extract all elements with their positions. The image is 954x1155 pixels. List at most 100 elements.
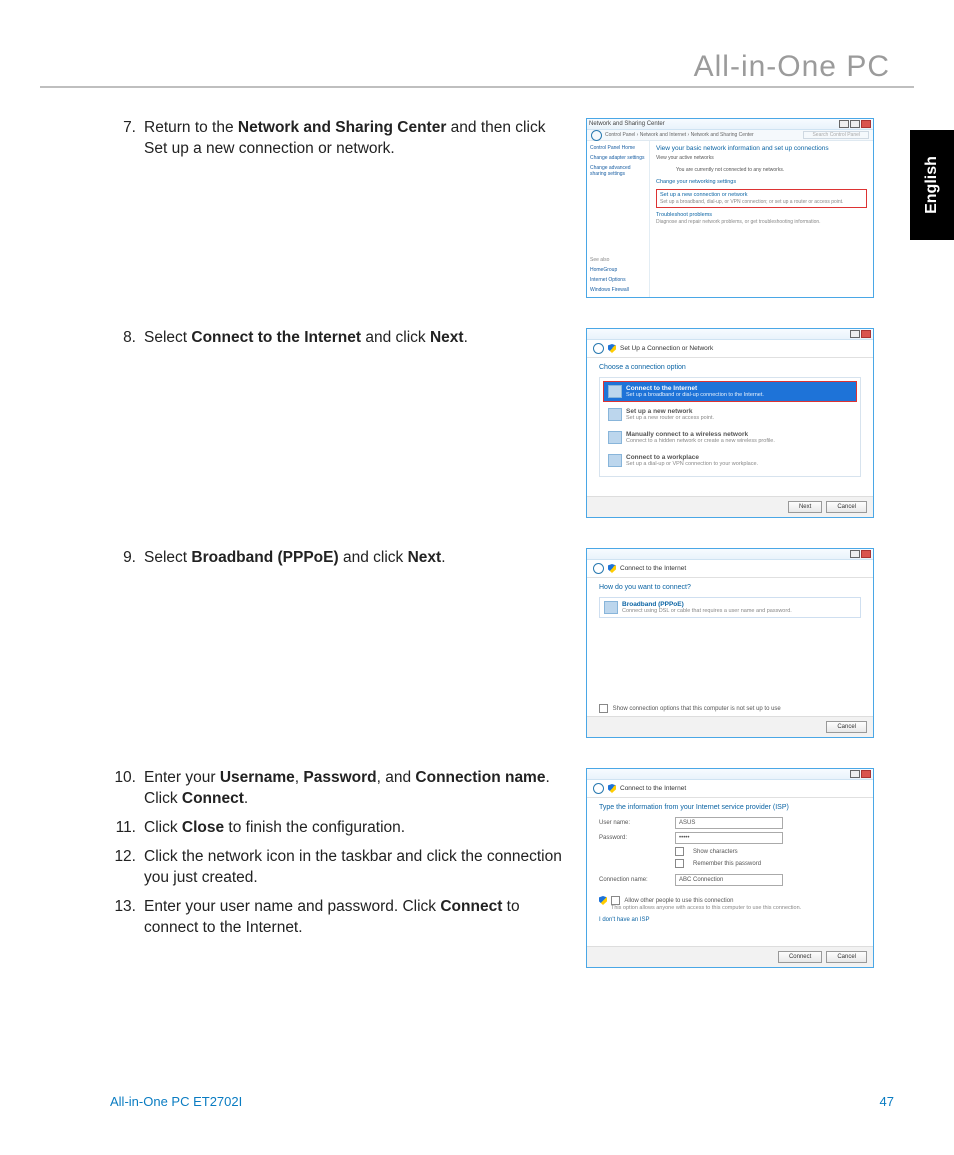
step-9: 9. Select Broadband (PPPoE) and click Ne…	[110, 548, 568, 569]
minimize-icon[interactable]	[850, 550, 860, 558]
wizard-title: Set Up a Connection or Network	[620, 345, 713, 352]
window-titlebar: Network and Sharing Center	[587, 119, 873, 130]
screenshot-network-sharing-center: Network and Sharing Center Control Panel…	[586, 118, 874, 298]
back-icon[interactable]	[593, 783, 604, 794]
close-icon[interactable]	[861, 550, 871, 558]
footer-model: All-in-One PC ET2702I	[110, 1094, 242, 1109]
password-label: Password:	[599, 835, 669, 841]
window-titlebar	[587, 769, 873, 780]
search-input[interactable]: Search Control Panel	[803, 131, 869, 139]
show-options-label: Show connection options that this comput…	[613, 706, 781, 712]
address-bar: Control Panel › Network and Internet › N…	[587, 130, 873, 141]
sidebar-home[interactable]: Control Panel Home	[590, 145, 646, 151]
screenshot-connect-method: Connect to the Internet How do you want …	[586, 548, 874, 738]
globe-icon	[608, 385, 622, 398]
minimize-icon[interactable]	[839, 120, 849, 128]
troubleshoot-link[interactable]: Troubleshoot problems Diagnose and repai…	[656, 212, 867, 225]
step-number: 7.	[110, 118, 136, 139]
connection-name-label: Connection name:	[599, 877, 669, 883]
step-number: 9.	[110, 548, 136, 569]
step-13: 13. Enter your user name and password. C…	[110, 897, 568, 939]
sidebar-firewall[interactable]: Windows Firewall	[590, 287, 646, 293]
close-icon[interactable]	[861, 120, 871, 128]
shield-icon	[608, 344, 616, 353]
header-title: All-in-One PC	[694, 50, 890, 84]
step-number: 10.	[110, 768, 136, 789]
close-icon[interactable]	[861, 330, 871, 338]
connect-button[interactable]: Connect	[778, 951, 822, 963]
window-titlebar	[587, 329, 873, 340]
show-characters-label: Show characters	[693, 849, 738, 855]
breadcrumb[interactable]: Control Panel › Network and Internet › N…	[605, 132, 754, 138]
remember-password-checkbox[interactable]	[675, 859, 684, 868]
back-icon[interactable]	[593, 563, 604, 574]
window-titlebar	[587, 549, 873, 560]
step-11: 11. Click Close to finish the configurat…	[110, 818, 568, 839]
sidebar: Control Panel Home Change adapter settin…	[587, 141, 650, 297]
footer-page-number: 47	[880, 1094, 894, 1109]
cancel-button[interactable]: Cancel	[826, 501, 867, 513]
wizard-header: Set Up a Connection or Network	[587, 340, 873, 358]
window-title-text: Network and Sharing Center	[589, 121, 665, 127]
allow-others-description: This option allows anyone with access to…	[611, 905, 801, 911]
wizard-header: Connect to the Internet	[587, 780, 873, 798]
sidebar-sharing-settings[interactable]: Change advanced sharing settings	[590, 165, 646, 177]
building-icon	[608, 454, 622, 467]
step-10: 10. Enter your Username, Password, and C…	[110, 768, 568, 810]
step-number: 12.	[110, 847, 136, 868]
show-characters-checkbox[interactable]	[675, 847, 684, 856]
panel-title: View your basic network information and …	[656, 145, 867, 152]
page-footer: All-in-One PC ET2702I 47	[110, 1094, 894, 1109]
change-settings-label: Change your networking settings	[656, 179, 867, 185]
connection-name-input[interactable]: ABC Connection	[675, 874, 783, 886]
shield-icon	[608, 784, 616, 793]
step-8: 8. Select Connect to the Internet and cl…	[110, 328, 568, 349]
option-new-network[interactable]: Set up a new networkSet up a new router …	[603, 404, 857, 425]
option-workplace[interactable]: Connect to a workplaceSet up a dial-up o…	[603, 450, 857, 471]
option-wireless[interactable]: Manually connect to a wireless networkCo…	[603, 427, 857, 448]
back-icon[interactable]	[591, 130, 602, 141]
close-icon[interactable]	[861, 770, 871, 778]
screenshot-isp-info: Connect to the Internet Type the informa…	[586, 768, 874, 968]
wizard-subtitle: How do you want to connect?	[599, 584, 861, 591]
screenshot-setup-connection: Set Up a Connection or Network Choose a …	[586, 328, 874, 518]
no-isp-link[interactable]: I don't have an ISP	[599, 917, 861, 923]
back-icon[interactable]	[593, 343, 604, 354]
wizard-title: Connect to the Internet	[620, 565, 686, 572]
wizard-subtitle: Choose a connection option	[599, 364, 861, 371]
allow-others-checkbox[interactable]	[611, 896, 620, 905]
remember-password-label: Remember this password	[693, 861, 761, 867]
password-input[interactable]: •••••	[675, 832, 783, 844]
header-rule	[40, 86, 914, 88]
sidebar-homegroup[interactable]: HomeGroup	[590, 267, 646, 273]
language-label: English	[923, 156, 941, 214]
active-networks-label: View your active networks	[656, 155, 867, 161]
minimize-icon[interactable]	[850, 770, 860, 778]
username-input[interactable]: ASUS	[675, 817, 783, 829]
sidebar-adapter-settings[interactable]: Change adapter settings	[590, 155, 646, 161]
cancel-button[interactable]: Cancel	[826, 951, 867, 963]
sidebar-see-also: See also	[590, 257, 646, 263]
wizard-subtitle: Type the information from your Internet …	[599, 804, 861, 811]
option-broadband-pppoe[interactable]: Broadband (PPPoE) Connect using DSL or c…	[599, 597, 861, 618]
minimize-icon[interactable]	[850, 330, 860, 338]
no-networks-text: You are currently not connected to any n…	[676, 167, 867, 173]
step-number: 8.	[110, 328, 136, 349]
allow-others-label: Allow other people to use this connectio…	[624, 898, 733, 904]
cancel-button[interactable]: Cancel	[826, 721, 867, 733]
step-number: 11.	[110, 818, 136, 839]
wizard-title: Connect to the Internet	[620, 785, 686, 792]
show-options-checkbox[interactable]	[599, 704, 608, 713]
step-12: 12. Click the network icon in the taskba…	[110, 847, 568, 889]
page-header: All-in-One PC	[60, 56, 894, 100]
next-button[interactable]: Next	[788, 501, 822, 513]
step-7: 7. Return to the Network and Sharing Cen…	[110, 118, 568, 160]
language-tab: English	[910, 130, 954, 240]
modem-icon	[604, 601, 618, 614]
router-icon	[608, 408, 622, 421]
maximize-icon[interactable]	[850, 120, 860, 128]
sidebar-internet-options[interactable]: Internet Options	[590, 277, 646, 283]
wifi-icon	[608, 431, 622, 444]
option-connect-internet[interactable]: Connect to the InternetSet up a broadban…	[603, 381, 857, 402]
setup-connection-link[interactable]: Set up a new connection or network Set u…	[656, 189, 867, 208]
